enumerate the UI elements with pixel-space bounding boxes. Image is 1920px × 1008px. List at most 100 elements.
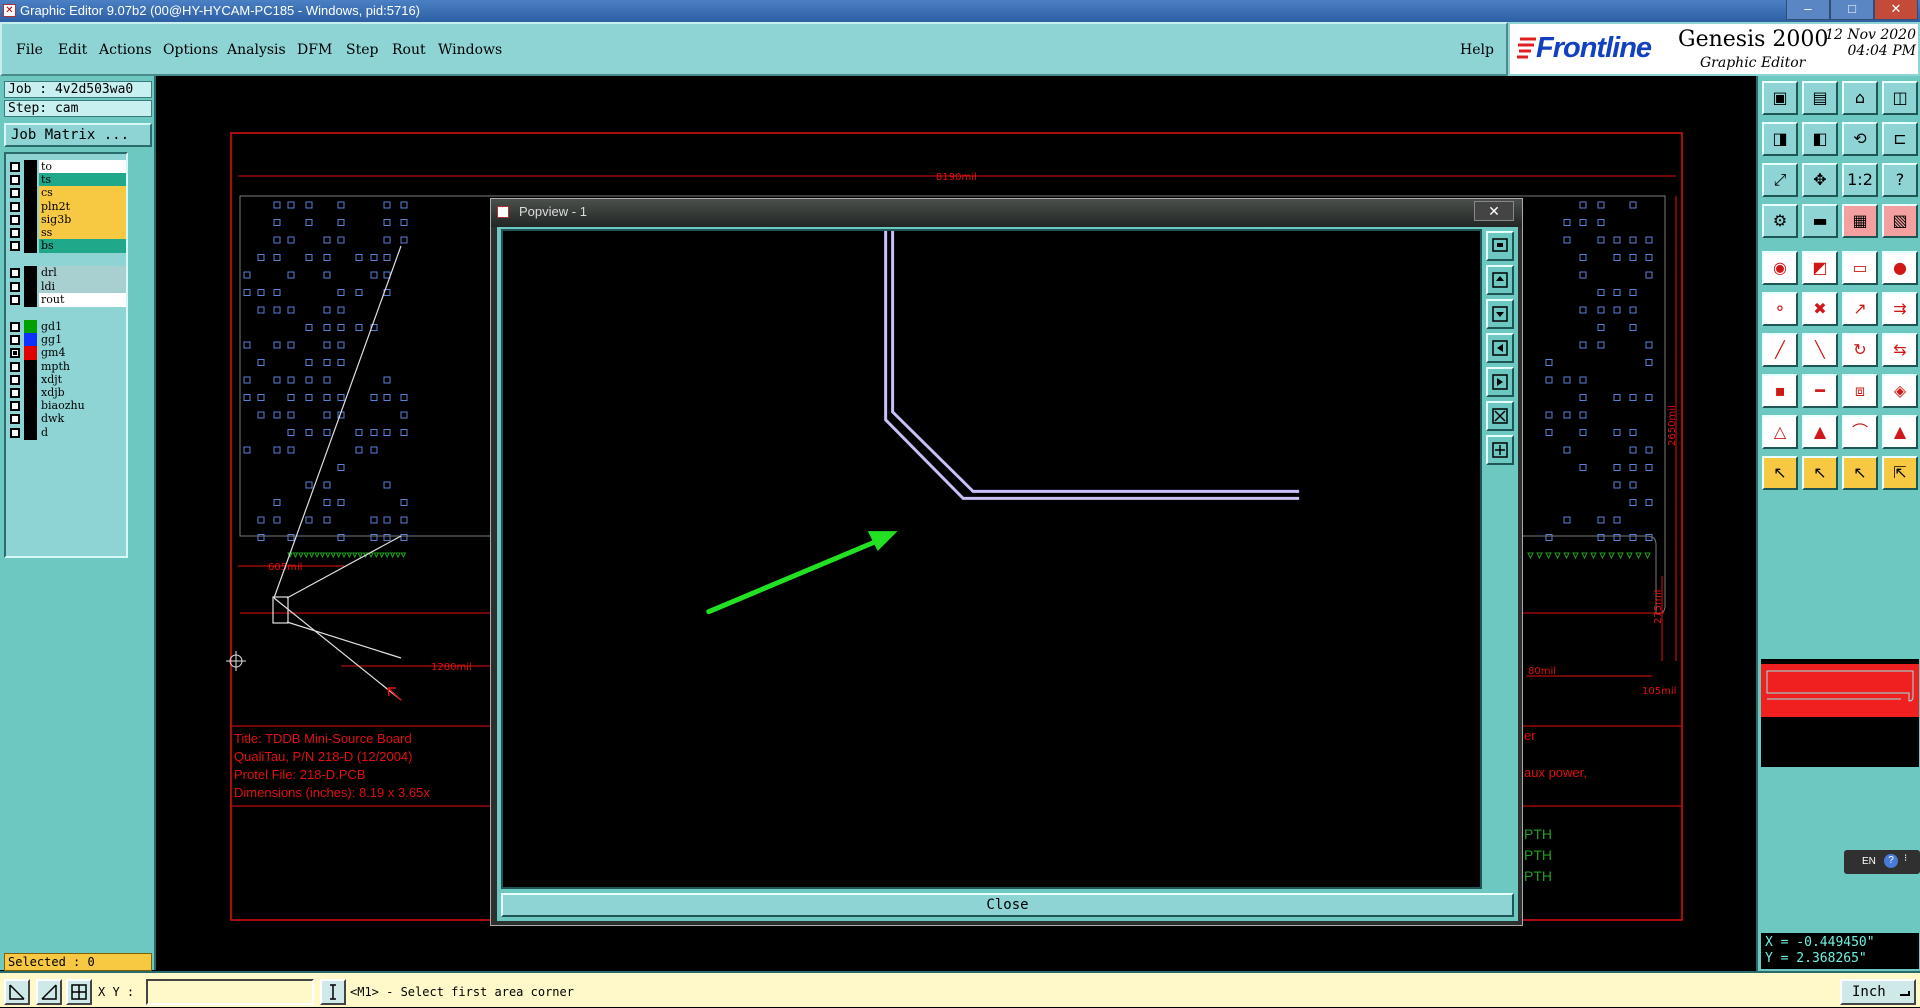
layer-checkbox[interactable] bbox=[10, 335, 20, 346]
layer-checkbox[interactable] bbox=[10, 228, 20, 238]
layer-row-ts[interactable]: ts bbox=[8, 173, 126, 188]
layer-row-to[interactable]: to bbox=[8, 160, 126, 174]
layer-checkbox[interactable] bbox=[10, 427, 20, 438]
pointer-icon[interactable]: ↖ bbox=[1762, 456, 1798, 490]
layer-color-swatch[interactable] bbox=[24, 320, 37, 334]
layer-checkbox[interactable] bbox=[10, 201, 20, 212]
job-matrix-button[interactable]: Job Matrix ... bbox=[4, 123, 152, 147]
maximize-button[interactable]: □ bbox=[1830, 0, 1874, 20]
layer-name[interactable]: pln2t bbox=[39, 199, 126, 214]
layer-checkbox[interactable] bbox=[10, 374, 20, 385]
polygon-icon[interactable]: ▲ bbox=[1802, 415, 1838, 449]
layer-row-xdjt[interactable]: xdjt bbox=[8, 372, 126, 387]
filter-icon[interactable]: ▧ bbox=[1882, 204, 1918, 238]
layer-row-gd1[interactable]: gd1 bbox=[8, 320, 126, 334]
layer-name[interactable]: xdjt bbox=[39, 372, 126, 387]
layer-checkbox[interactable] bbox=[10, 268, 20, 279]
layer-checkbox[interactable] bbox=[10, 175, 20, 186]
popview-zoom-in-icon[interactable] bbox=[1486, 435, 1514, 465]
snap-icon[interactable]: ⚙ bbox=[1762, 204, 1798, 238]
layer-name[interactable]: drl bbox=[39, 266, 126, 281]
clean-icon[interactable]: ◈ bbox=[1882, 374, 1918, 408]
layer-name[interactable]: d bbox=[39, 425, 126, 440]
layer-row-gg1[interactable]: gg1 bbox=[8, 333, 126, 348]
layer-name[interactable]: sig3b bbox=[39, 212, 126, 227]
route-icon[interactable]: ⇱ bbox=[1882, 456, 1918, 490]
add-line-icon[interactable]: ╱ bbox=[1762, 333, 1798, 367]
measure-tool-icon[interactable] bbox=[36, 979, 62, 1005]
menu-windows[interactable]: Windows bbox=[438, 42, 502, 58]
layer-color-swatch[interactable] bbox=[24, 386, 37, 400]
layer-checkbox[interactable] bbox=[10, 414, 20, 425]
minimap[interactable] bbox=[1761, 659, 1919, 767]
layer-color-swatch[interactable] bbox=[24, 186, 37, 201]
menu-step[interactable]: Step bbox=[346, 42, 378, 58]
popview-close-x[interactable]: ✕ bbox=[1474, 201, 1514, 221]
layer-name[interactable]: mpth bbox=[39, 359, 126, 374]
layer-row-ss[interactable]: ss bbox=[8, 226, 126, 240]
select-box-icon[interactable]: ⧈ bbox=[1842, 374, 1878, 408]
menu-file[interactable]: File bbox=[16, 42, 43, 58]
layer-color-swatch[interactable] bbox=[24, 399, 37, 414]
cut-line-icon[interactable]: ╲ bbox=[1802, 333, 1838, 367]
layer-row-drl[interactable]: drl bbox=[8, 266, 126, 281]
layer-checkbox[interactable] bbox=[10, 361, 20, 372]
rotate-icon[interactable]: ↻ bbox=[1842, 333, 1878, 367]
popview-pan-left-icon[interactable] bbox=[1486, 333, 1514, 363]
zoom-home-icon[interactable]: ▣ bbox=[1762, 81, 1798, 115]
layer-color-swatch[interactable] bbox=[24, 212, 37, 227]
menu-actions[interactable]: Actions bbox=[99, 42, 152, 58]
popview-pan-down-icon[interactable] bbox=[1486, 299, 1514, 329]
step-out-icon[interactable]: ◧ bbox=[1802, 122, 1838, 156]
menu-dfm[interactable]: DFM bbox=[297, 42, 332, 58]
feature-select-icon[interactable]: ◩ bbox=[1802, 251, 1838, 285]
query-icon[interactable]: ? bbox=[1882, 163, 1918, 197]
add-poly-icon[interactable]: △ bbox=[1762, 415, 1798, 449]
zoom-back-icon[interactable]: ▤ bbox=[1802, 81, 1838, 115]
resize-icon[interactable]: ⇆ bbox=[1882, 333, 1918, 367]
window-icon[interactable]: ◫ bbox=[1882, 81, 1918, 115]
layer-name[interactable]: gg1 bbox=[39, 333, 126, 348]
add-pad-icon[interactable]: ◉ bbox=[1762, 251, 1798, 285]
popview-pan-right-icon[interactable] bbox=[1486, 367, 1514, 397]
layer-swap-icon[interactable]: ⟲ bbox=[1842, 122, 1878, 156]
popview-title-bar[interactable]: Popview - 1 ✕ bbox=[491, 199, 1522, 227]
layer-name[interactable]: xdjb bbox=[39, 386, 126, 400]
layer-name[interactable]: biaozhu bbox=[39, 399, 126, 414]
layer-color-swatch[interactable] bbox=[24, 160, 37, 174]
break-icon[interactable]: ━ bbox=[1802, 374, 1838, 408]
layer-row-pln2t[interactable]: pln2t bbox=[8, 199, 126, 214]
help-icon[interactable]: ? bbox=[1884, 854, 1898, 868]
menu-edit[interactable]: Edit bbox=[58, 42, 87, 58]
layer-color-swatch[interactable] bbox=[24, 292, 37, 307]
popview-zoom-out-icon[interactable] bbox=[1486, 401, 1514, 431]
grid-tool-icon[interactable] bbox=[66, 979, 92, 1005]
layer-row-biaozhu[interactable]: biaozhu bbox=[8, 399, 126, 414]
layer-checkbox[interactable] bbox=[10, 348, 20, 359]
delete-icon[interactable]: ✖ bbox=[1802, 292, 1838, 326]
layer-row-sig3b[interactable]: sig3b bbox=[8, 212, 126, 227]
layer-color-swatch[interactable] bbox=[24, 346, 37, 361]
layer-name[interactable]: ts bbox=[39, 173, 126, 188]
layer-row-bs[interactable]: bs bbox=[8, 239, 126, 254]
xy-input[interactable] bbox=[146, 979, 314, 1005]
layer-color-swatch[interactable] bbox=[24, 173, 37, 188]
home-icon[interactable]: ⌂ bbox=[1842, 81, 1878, 115]
move-icon[interactable]: ↗ bbox=[1842, 292, 1878, 326]
unit-toggle[interactable]: Inch bbox=[1840, 979, 1916, 1005]
layer-color-swatch[interactable] bbox=[24, 266, 37, 281]
layer-name[interactable]: rout bbox=[39, 292, 126, 307]
menu-rout[interactable]: Rout bbox=[392, 42, 426, 58]
layer-row-xdjb[interactable]: xdjb bbox=[8, 386, 126, 400]
select-arrow-icon[interactable]: ↖ bbox=[1802, 456, 1838, 490]
touch-select-icon[interactable]: ↖ bbox=[1842, 456, 1878, 490]
layer-name[interactable]: gm4 bbox=[39, 346, 126, 361]
layer-row-cs[interactable]: cs bbox=[8, 186, 126, 201]
text-cursor-icon[interactable] bbox=[320, 979, 346, 1005]
menu-help[interactable]: Help bbox=[1460, 42, 1494, 58]
layer-name[interactable]: ldi bbox=[39, 279, 126, 294]
select-tool-icon[interactable] bbox=[4, 979, 30, 1005]
layer-checkbox[interactable] bbox=[10, 241, 20, 252]
layer-row-mpth[interactable]: mpth bbox=[8, 359, 126, 374]
layer-color-swatch[interactable] bbox=[24, 359, 37, 374]
